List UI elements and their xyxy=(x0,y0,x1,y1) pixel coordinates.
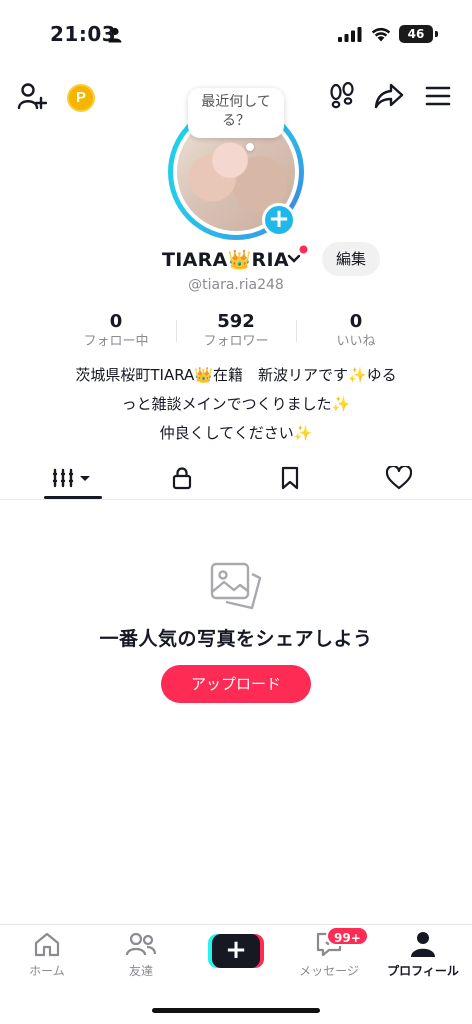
nav-profile[interactable]: プロフィール xyxy=(376,931,470,987)
footprints-icon xyxy=(330,82,354,109)
add-friend-button[interactable] xyxy=(14,78,50,114)
username-handle: @tiara.ria248 xyxy=(188,277,284,293)
bio-line: 仲良くしてください✨ xyxy=(159,424,313,442)
stat-divider xyxy=(296,320,297,342)
display-name[interactable]: TIARA👑RIA xyxy=(162,248,289,271)
battery-indicator: 46 xyxy=(399,25,433,43)
stat-followers[interactable]: 592 フォロワー xyxy=(176,311,296,351)
create-button[interactable]: + xyxy=(208,934,264,968)
signal-icon xyxy=(338,27,362,42)
tab-videos[interactable] xyxy=(15,456,133,500)
active-tab-indicator xyxy=(44,496,102,499)
wifi-icon xyxy=(371,27,391,42)
empty-state-text: 一番人気の写真をシェアしよう xyxy=(99,628,373,650)
edit-profile-button[interactable]: 編集 xyxy=(322,242,380,276)
content-tabs xyxy=(0,456,472,500)
bookmark-icon xyxy=(281,466,299,490)
nav-label: プロフィール xyxy=(387,964,459,978)
create-plus-icon: + xyxy=(212,934,260,968)
status-bar: 21:03 46 xyxy=(0,0,472,70)
stat-label: フォロワー xyxy=(203,334,269,349)
notification-dot xyxy=(299,245,308,254)
lock-icon xyxy=(172,467,192,490)
tab-liked[interactable] xyxy=(340,456,458,500)
tab-saved[interactable] xyxy=(231,456,349,500)
stat-value: 592 xyxy=(217,311,255,332)
profile-stats: 0 フォロー中 592 フォロワー 0 いいね xyxy=(0,311,472,351)
photo-icon xyxy=(210,562,262,610)
heart-icon xyxy=(386,466,412,490)
share-icon xyxy=(374,83,404,109)
stat-divider xyxy=(176,320,177,342)
bio-line: 茨城県桜町TIARA👑在籍 新波リアです✨ゆる xyxy=(75,366,397,384)
stat-value: 0 xyxy=(349,311,363,332)
stat-label: フォロー中 xyxy=(83,334,149,349)
bubble-tail xyxy=(246,143,254,151)
stat-label: いいね xyxy=(336,334,376,349)
nav-friends[interactable]: 友達 xyxy=(94,931,188,987)
coin-icon[interactable]: P xyxy=(67,84,95,112)
profile-bio: 茨城県桜町TIARA👑在籍 新波リアです✨ゆる っと雑談メインでつくりました✨ … xyxy=(0,361,472,448)
add-avatar-button[interactable]: + xyxy=(262,203,296,237)
stat-value: 0 xyxy=(109,311,123,332)
add-user-icon xyxy=(17,83,47,110)
nav-label: ホーム xyxy=(29,964,65,978)
messages-badge: 99+ xyxy=(326,926,369,946)
stat-likes[interactable]: 0 いいね xyxy=(296,311,416,351)
upload-button[interactable]: アップロード xyxy=(161,665,311,703)
nav-label: 友達 xyxy=(128,964,153,978)
status-note-bubble[interactable]: 最近何してる？ xyxy=(188,88,284,138)
profile-icon xyxy=(411,932,435,957)
tab-private[interactable] xyxy=(123,456,241,500)
battery-tip xyxy=(435,31,438,37)
menu-button[interactable] xyxy=(420,78,456,114)
home-icon xyxy=(34,932,60,957)
status-time: 21:03 xyxy=(50,22,117,46)
person-icon xyxy=(108,27,122,43)
footprints-button[interactable] xyxy=(324,78,360,114)
home-indicator xyxy=(152,1008,320,1013)
grid-icon xyxy=(52,468,90,488)
stat-following[interactable]: 0 フォロー中 xyxy=(56,311,176,351)
share-profile-button[interactable] xyxy=(371,78,407,114)
bio-line: っと雑談メインでつくりました✨ xyxy=(121,395,351,413)
nav-home[interactable]: ホーム xyxy=(0,931,94,987)
menu-icon xyxy=(425,86,451,106)
nav-label: メッセージ xyxy=(299,964,359,978)
friends-icon xyxy=(125,932,157,956)
profile-name-row: TIARA👑RIA xyxy=(0,248,472,278)
